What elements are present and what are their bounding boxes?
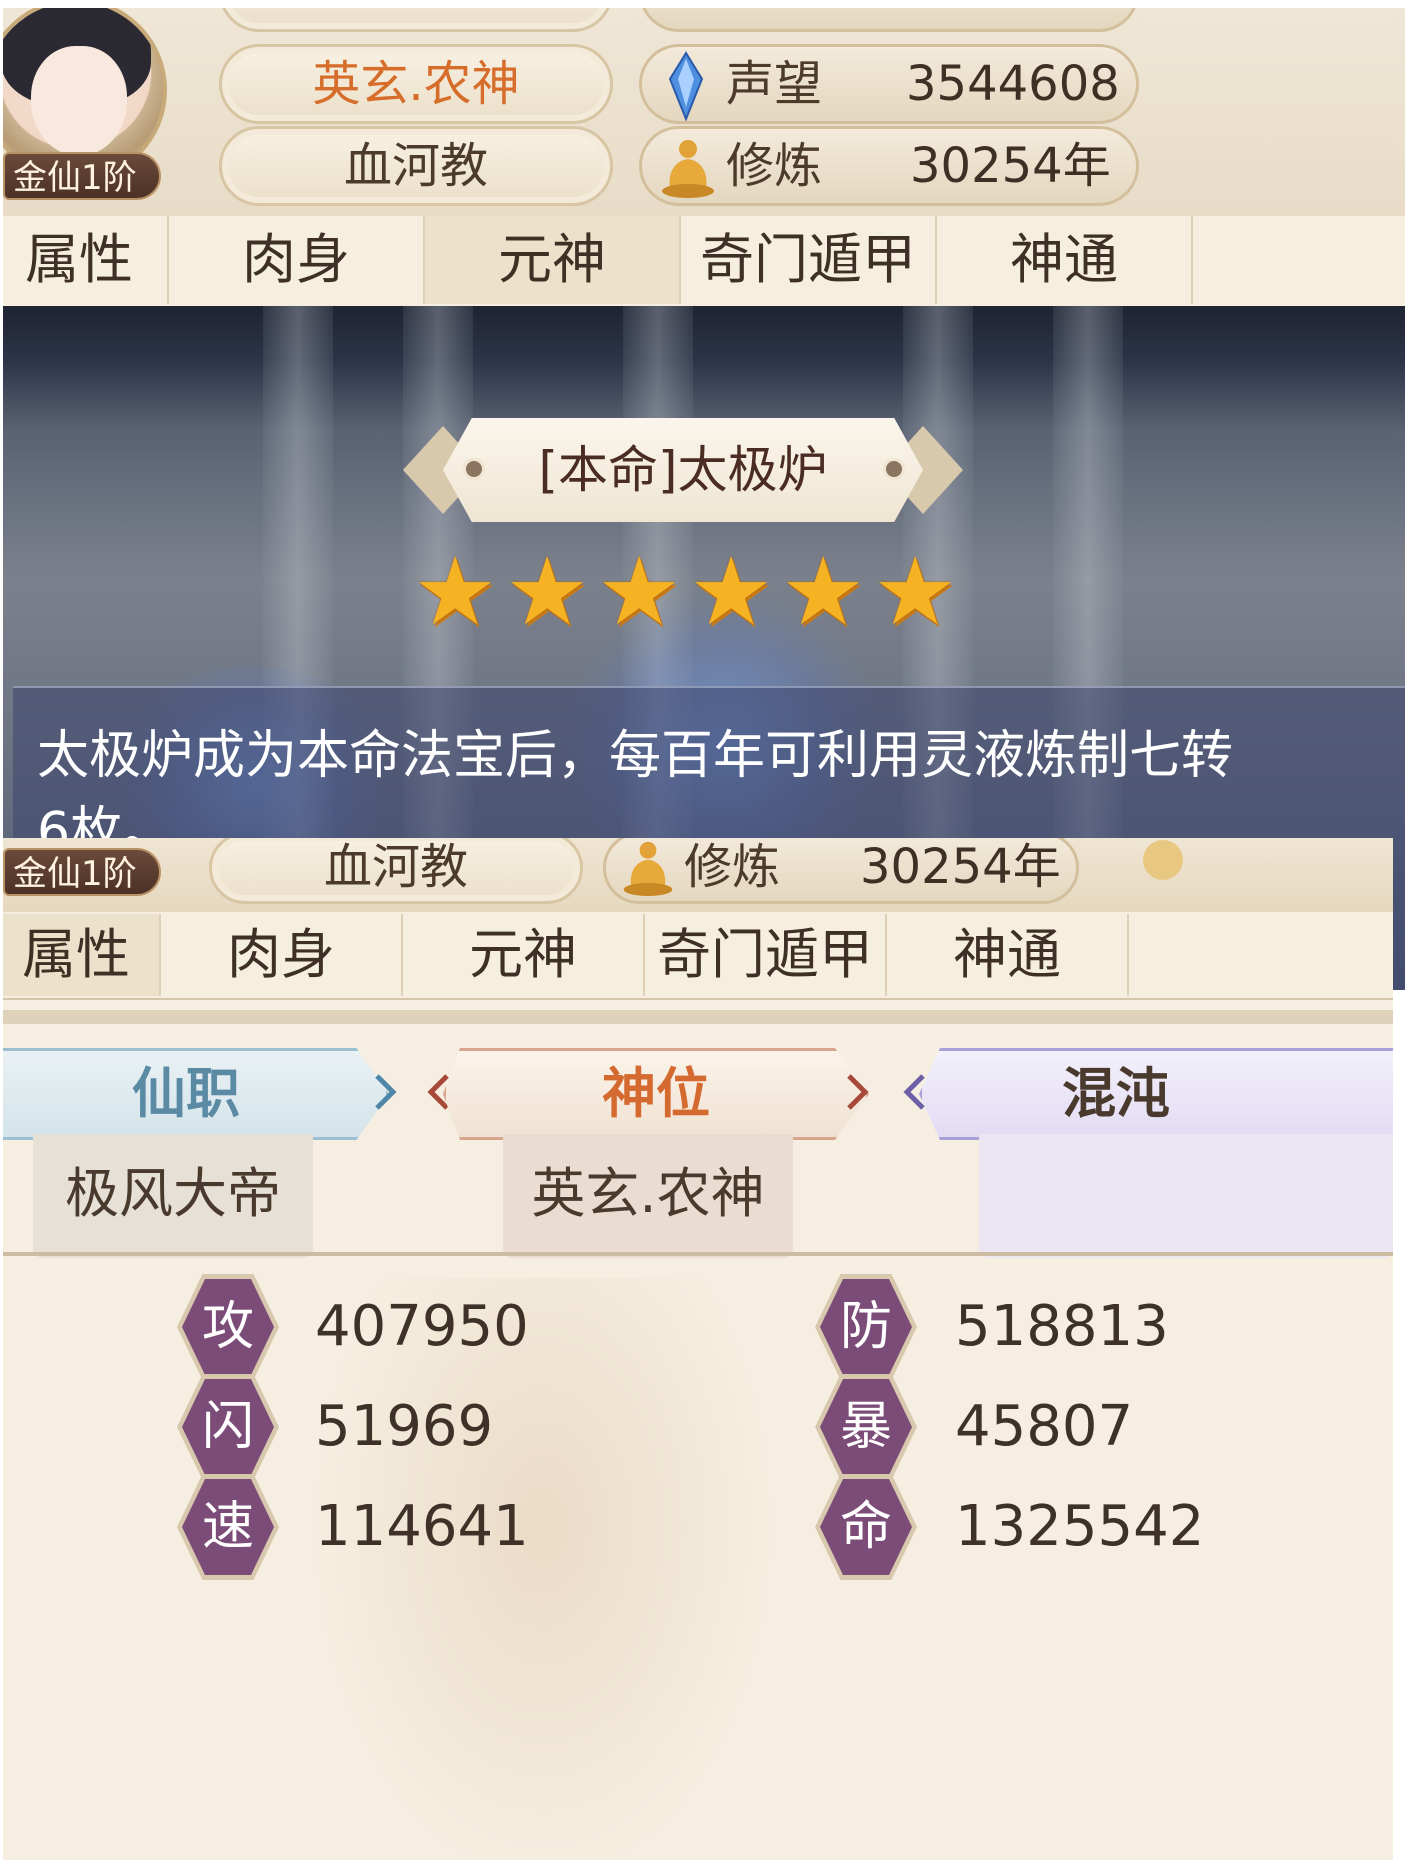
divine-rank-value: 英玄.农神 [503,1134,793,1258]
cultivation-pill: 修炼 30254年 [639,126,1139,206]
treasure-name-banner: [本命]太极炉 [403,418,963,522]
avatar-face [31,46,127,156]
chaos-tab[interactable]: 混沌 [919,1048,1393,1140]
sect-pill: 血河教 [219,126,613,206]
divine-rank-label: 神位 [602,1062,710,1125]
description-line-1: 太极炉成为本命法宝后，每百年可利用灵液炼制七转 [37,726,1234,786]
treasure-name: [本命]太极炉 [538,441,828,499]
cultivation-value: 30254年 [860,839,1061,895]
cultivation-value: 30254年 [910,138,1111,194]
star-icon: ★ [781,538,866,647]
tab-spirit[interactable]: 元神 [425,216,681,304]
character-panel-attributes: 金仙1阶 血河教 修炼 30254年 属性 肉身 元神 奇门遁甲 神通 仙职 神… [3,838,1393,1860]
prestige-label: 声望 [726,56,823,112]
section-divider [3,1252,1393,1256]
cultivation-pill: 修炼 30254年 [603,838,1079,904]
star-icon: ★ [413,538,498,647]
star-icon: ★ [597,538,682,647]
tab-bar: 属性 肉身 元神 奇门遁甲 神通 [3,914,1393,1000]
cut-info-pill [219,8,613,32]
star-rating: ★ ★ ★ ★ ★ ★ [413,546,973,646]
sect-text: 血河教 [343,138,488,194]
sect-pill: 血河教 [209,838,583,904]
star-icon: ★ [873,538,958,647]
cut-stat-pill [639,8,1139,32]
tab-bar: 属性 肉身 元神 奇门遁甲 神通 [3,216,1405,308]
tab-body[interactable]: 肉身 [161,914,403,996]
character-header: 金仙1阶 血河教 修炼 30254年 [3,838,1393,912]
prestige-pill: 声望 3544608 [639,44,1139,124]
sect-text: 血河教 [323,839,468,895]
tab-attributes[interactable]: 属性 [3,914,161,996]
speed-value: 114641 [315,1494,529,1559]
gold-ornament-icon [1143,840,1183,880]
god-title-text: 英玄.农神 [312,56,520,112]
tab-divine-power[interactable]: 神通 [937,216,1193,304]
section-divider [3,1010,1393,1024]
tab-qimen[interactable]: 奇门遁甲 [681,216,937,304]
meditation-icon [623,841,673,896]
prestige-value: 3544608 [906,56,1120,112]
health-value: 1325542 [955,1494,1205,1559]
chaos-value [979,1134,1393,1258]
dodge-value: 51969 [315,1394,494,1459]
tab-spirit[interactable]: 元神 [403,914,645,996]
chaos-label: 混沌 [1062,1062,1170,1125]
rank-badge: 金仙1阶 [3,152,161,200]
blue-crystal-icon [668,51,704,121]
tab-qimen[interactable]: 奇门遁甲 [645,914,887,996]
defense-value: 518813 [955,1294,1169,1359]
rank-badge: 金仙1阶 [3,848,161,896]
chevron-right-icon [375,1074,397,1110]
immortal-office-label: 仙职 [132,1062,240,1125]
tab-body[interactable]: 肉身 [169,216,425,304]
cultivation-label: 修炼 [684,839,781,895]
immortal-office-tab[interactable]: 仙职 [3,1048,389,1140]
god-title-pill: 英玄.农神 [219,44,613,124]
star-icon: ★ [689,538,774,647]
tab-divine-power[interactable]: 神通 [887,914,1129,996]
cultivation-label: 修炼 [726,138,823,194]
immortal-office-value: 极风大帝 [33,1134,313,1258]
star-icon: ★ [505,538,590,647]
tab-attributes[interactable]: 属性 [3,216,169,304]
meditation-icon [662,140,714,198]
attack-value: 407950 [315,1294,529,1359]
divine-rank-tab[interactable]: 神位 [443,1048,869,1140]
chevron-right-icon [847,1074,869,1110]
critical-value: 45807 [955,1394,1134,1459]
